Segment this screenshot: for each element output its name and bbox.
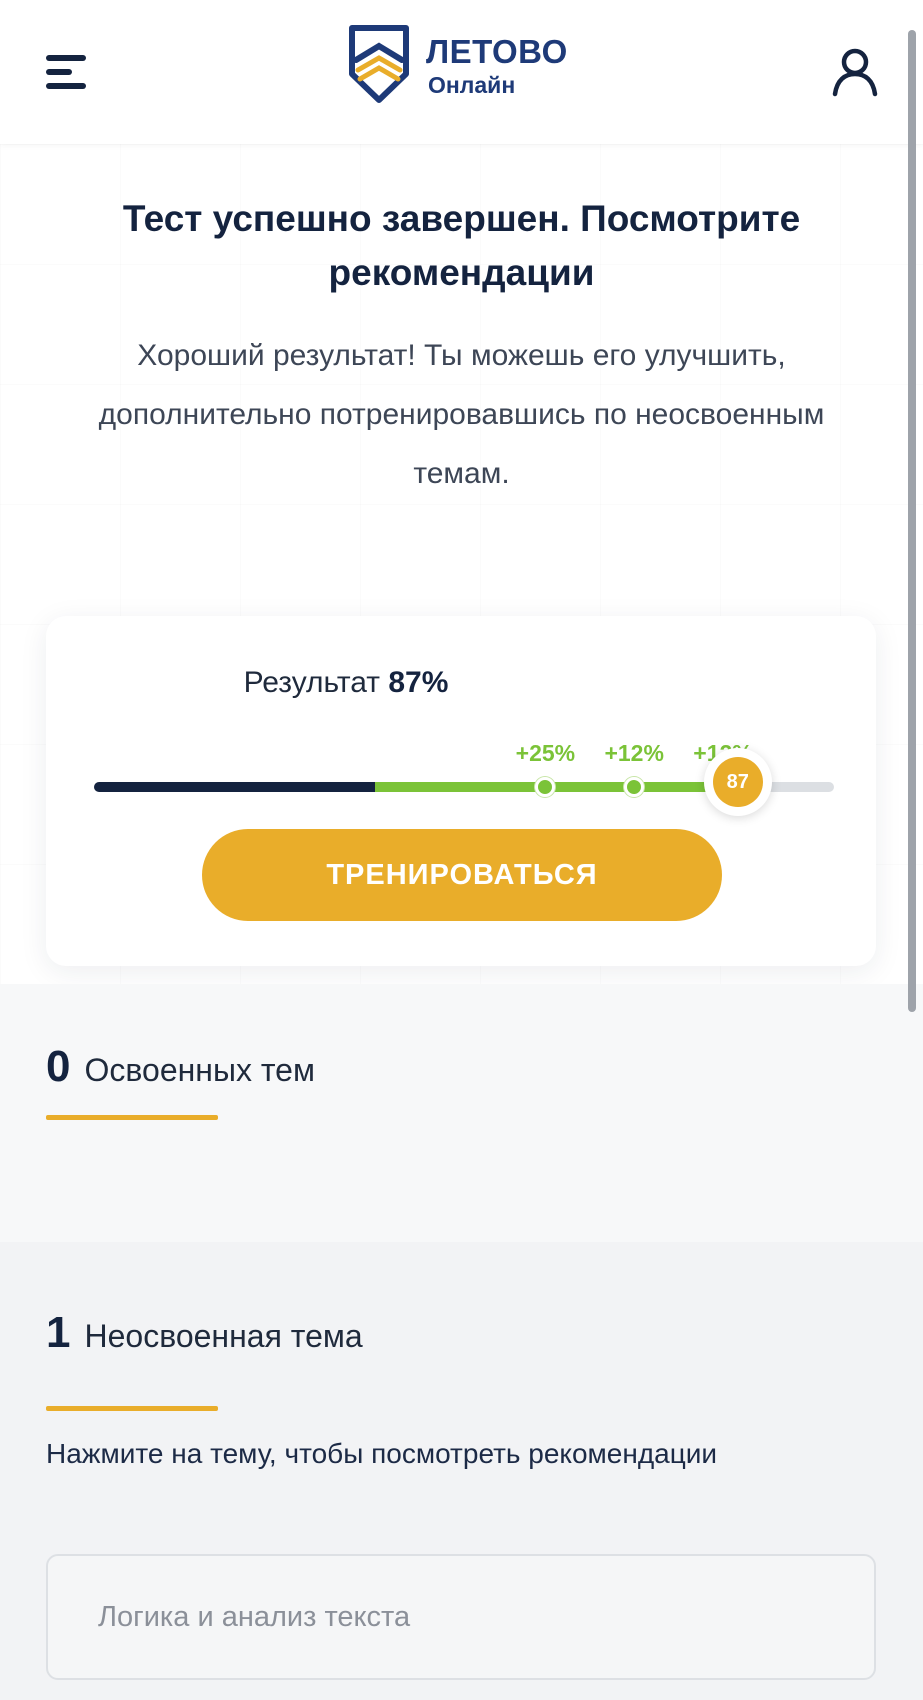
unmastered-topics-section: 1 Неосвоенная тема Нажмите на тему, чтоб… [0,1242,923,1700]
result-percent: 87% [388,666,449,699]
unmastered-underline [46,1406,218,1411]
gain-dot [624,777,645,797]
mastered-heading: 0 Освоенных тем [46,1042,315,1092]
progress-gain-fill [375,782,738,792]
unmastered-title: Неосвоенная тема [84,1318,363,1354]
logo-shield-icon [349,25,409,103]
logo-subtitle: Онлайн [428,72,516,98]
unmastered-count: 1 [46,1308,71,1357]
score-marker-value: 87 [712,757,763,807]
result-card: Результат 87% +25% +12% +12% 87 ТРЕНИРОВ… [46,616,876,966]
scrollbar[interactable] [908,30,916,1012]
mastered-count: 0 [46,1042,71,1091]
score-marker: 87 [703,748,772,816]
mastered-topics-section: 0 Освоенных тем [0,984,923,1242]
mastered-title: Освоенных тем [84,1052,315,1088]
result-label: Результат 87% [46,666,646,700]
progress-base-fill [94,782,376,792]
result-label-text: Результат [243,666,381,699]
result-message: Хороший результат! Ты можешь его улучшит… [98,339,825,490]
gain-dot [535,777,556,797]
unmastered-heading: 1 Неосвоенная тема [46,1308,363,1358]
topic-item[interactable]: Логика и анализ текста [46,1554,876,1680]
topics-hint: Нажмите на тему, чтобы посмотреть рекоме… [46,1438,718,1469]
train-button[interactable]: ТРЕНИРОВАТЬСЯ [202,829,722,921]
logo[interactable]: ЛЕТОВО Онлайн [346,24,568,108]
user-icon[interactable] [829,46,881,98]
mastered-underline [46,1115,218,1120]
page-title: Тест успешно завершен. Посмотрите рекоме… [122,198,801,293]
app-header: ЛЕТОВО Онлайн [0,0,923,144]
page: ЛЕТОВО Онлайн Тест успешно завершен. Пос… [0,0,923,1700]
result-hero: Тест успешно завершен. Посмотрите рекоме… [0,144,923,984]
gain-label: +25% [515,740,576,766]
menu-icon[interactable] [46,50,90,94]
progress-bar: +25% +12% +12% 87 [94,726,834,816]
gain-label: +12% [604,740,664,766]
logo-title: ЛЕТОВО [426,33,568,70]
